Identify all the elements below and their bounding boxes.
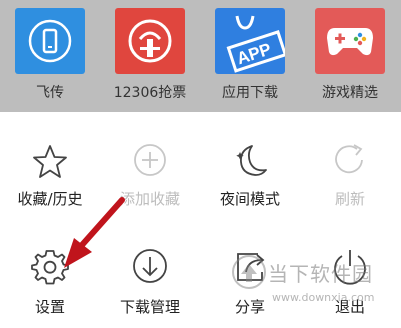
- menu-label-refresh: 刷新: [334, 190, 365, 208]
- app-label-feichuan: 飞传: [36, 85, 64, 101]
- watermark-url: www.downxia.com: [272, 291, 375, 304]
- menu-label-night-mode: 夜间模式: [219, 190, 280, 208]
- gear-icon: [31, 250, 69, 285]
- app-label-12306: 12306抢票: [113, 85, 187, 101]
- menu-item-settings[interactable]: 设置: [0, 222, 100, 322]
- train-logo-icon: [128, 19, 172, 63]
- gamepad-icon: [327, 28, 373, 56]
- app-strip: 飞传 12306抢票 APP 应用下载 游戏精选: [0, 0, 401, 112]
- menu-item-download-manager[interactable]: 下载管理: [100, 222, 200, 322]
- menu-item-add-favorite: 添加收藏: [100, 118, 200, 218]
- menu-item-refresh: 刷新: [300, 118, 400, 218]
- app-bag-icon: APP: [226, 15, 285, 73]
- download-icon: [133, 249, 167, 283]
- menu-label-favorites-history: 收藏/历史: [17, 190, 83, 208]
- app-label-games: 游戏精选: [322, 85, 378, 101]
- phone-transfer-icon: [28, 19, 72, 63]
- watermark-logo-icon: [232, 255, 266, 289]
- app-label-app-download: 应用下载: [222, 85, 278, 101]
- menu-item-night-mode[interactable]: 夜间模式: [200, 118, 300, 218]
- watermark-text: 当下软件园: [268, 262, 373, 286]
- menu-label-settings: 设置: [34, 298, 65, 316]
- app-tile-12306[interactable]: [115, 8, 185, 74]
- app-tile-app-download[interactable]: APP: [215, 8, 285, 74]
- menu-label-download-manager: 下载管理: [119, 298, 180, 316]
- star-icon: [33, 145, 67, 178]
- plus-circle-icon: [134, 144, 166, 176]
- menu-item-favorites-history[interactable]: 收藏/历史: [0, 118, 100, 218]
- app-tile-feichuan[interactable]: [15, 8, 85, 74]
- refresh-icon: [335, 144, 363, 174]
- moon-icon: [236, 145, 267, 176]
- app-tile-games[interactable]: [315, 8, 385, 74]
- menu-label-add-favorite: 添加收藏: [119, 190, 180, 208]
